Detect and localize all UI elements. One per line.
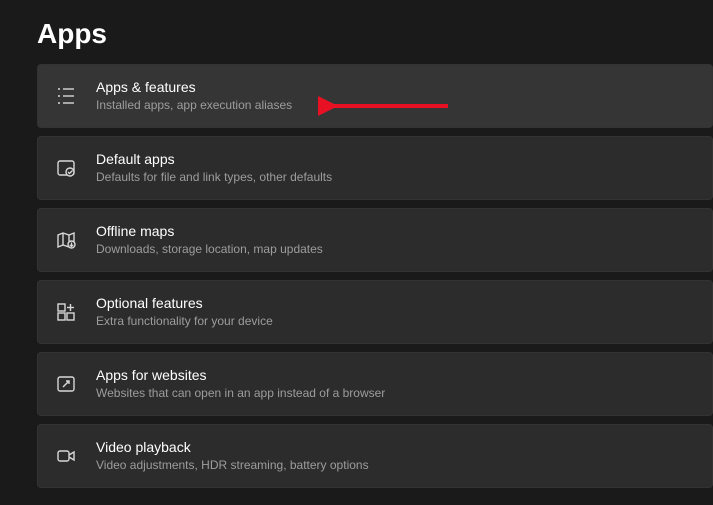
item-apps-for-websites[interactable]: Apps for websites Websites that can open… bbox=[37, 352, 713, 416]
optional-features-icon bbox=[56, 302, 96, 322]
video-playback-icon bbox=[56, 446, 96, 466]
item-apps-features[interactable]: Apps & features Installed apps, app exec… bbox=[37, 64, 713, 128]
item-title: Offline maps bbox=[96, 222, 323, 240]
item-desc: Video adjustments, HDR streaming, batter… bbox=[96, 457, 369, 474]
item-desc: Websites that can open in an app instead… bbox=[96, 385, 385, 402]
item-title: Apps & features bbox=[96, 78, 292, 96]
item-optional-features[interactable]: Optional features Extra functionality fo… bbox=[37, 280, 713, 344]
item-video-playback[interactable]: Video playback Video adjustments, HDR st… bbox=[37, 424, 713, 488]
offline-maps-icon bbox=[56, 230, 96, 250]
item-title: Apps for websites bbox=[96, 366, 385, 384]
item-title: Video playback bbox=[96, 438, 369, 456]
item-desc: Defaults for file and link types, other … bbox=[96, 169, 332, 186]
apps-features-icon bbox=[56, 86, 96, 106]
item-desc: Installed apps, app execution aliases bbox=[96, 97, 292, 114]
settings-list: Apps & features Installed apps, app exec… bbox=[0, 64, 713, 488]
default-apps-icon bbox=[56, 158, 96, 178]
item-offline-maps[interactable]: Offline maps Downloads, storage location… bbox=[37, 208, 713, 272]
item-title: Optional features bbox=[96, 294, 273, 312]
page-title: Apps bbox=[0, 0, 713, 64]
item-desc: Extra functionality for your device bbox=[96, 313, 273, 330]
item-title: Default apps bbox=[96, 150, 332, 168]
item-desc: Downloads, storage location, map updates bbox=[96, 241, 323, 258]
item-default-apps[interactable]: Default apps Defaults for file and link … bbox=[37, 136, 713, 200]
apps-for-websites-icon bbox=[56, 374, 96, 394]
